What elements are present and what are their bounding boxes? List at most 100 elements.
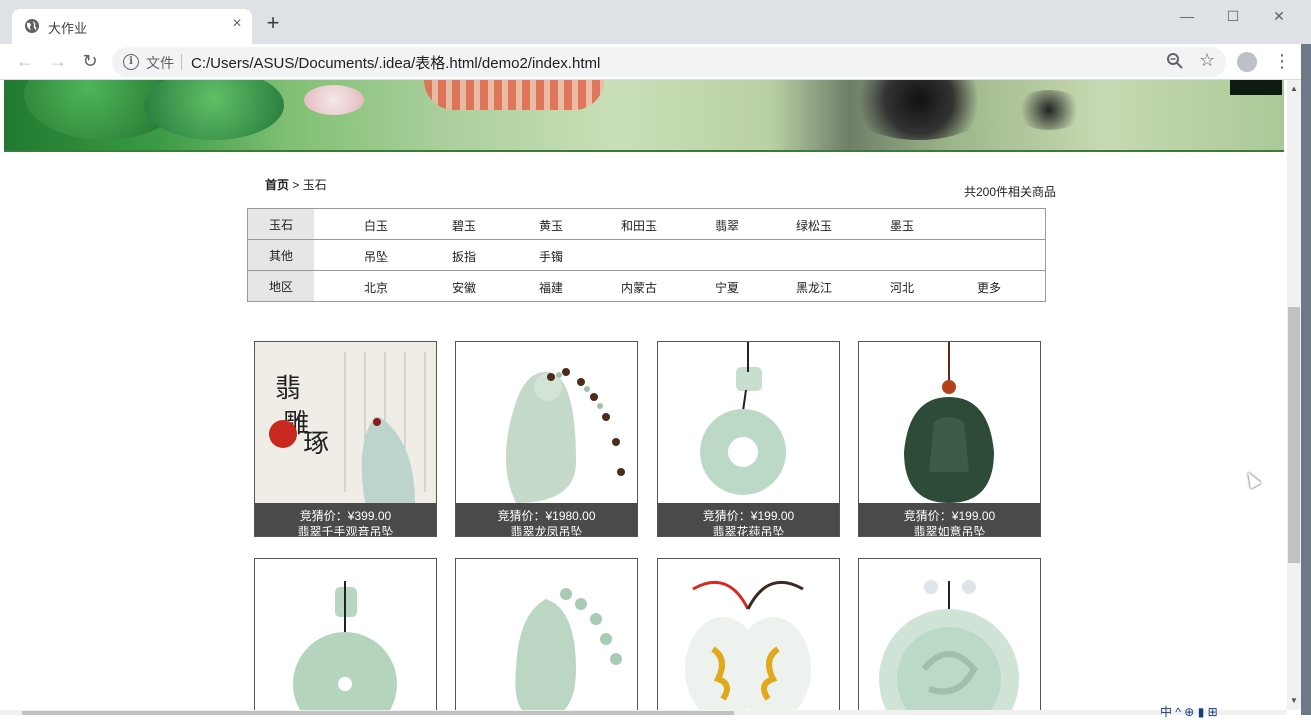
filter-option[interactable]: 白玉 <box>341 217 411 234</box>
product-caption: 竞猜价：¥199.00 翡翠如意吊坠 <box>859 503 1040 536</box>
back-button[interactable]: ← <box>14 50 36 72</box>
banner-dark-block <box>1230 80 1282 95</box>
page-viewport: 首页 > 玉石 共200件相关商品 玉石 白玉 碧玉 黄玉 和田玉 翡翠 绿松玉… <box>0 80 1287 710</box>
filter-option[interactable]: 和田玉 <box>604 217 674 234</box>
scroll-down-icon[interactable]: ▼ <box>1290 696 1298 705</box>
filter-option[interactable]: 福建 <box>516 279 586 296</box>
product-name[interactable]: 翡翠花莼吊坠 <box>712 525 784 536</box>
reload-button[interactable]: ↻ <box>79 50 101 72</box>
tab-title: 大作业 <box>48 21 88 36</box>
bookmark-star-icon[interactable]: ☆ <box>1199 50 1215 71</box>
product-card[interactable]: 竞猜价：¥1980.00 翡翠龙凤吊坠 <box>455 341 638 537</box>
filter-option[interactable]: 宁夏 <box>692 279 762 296</box>
filter-option[interactable]: 河北 <box>867 279 937 296</box>
product-caption: 竞猜价：¥399.00 翡翠千手观音吊坠 <box>255 503 436 536</box>
product-card[interactable]: 翡 雕 琢 竞猜价：¥399.00 翡翠千手观音吊坠 <box>254 341 437 537</box>
desktop-background <box>1301 44 1311 715</box>
breadcrumb-separator: > <box>292 178 300 192</box>
minimize-button[interactable]: — <box>1175 6 1199 26</box>
scrollbar-thumb[interactable] <box>22 711 734 715</box>
ink-splash-graphic <box>1014 90 1084 130</box>
horizontal-scrollbar[interactable] <box>0 710 1287 715</box>
forward-button[interactable]: → <box>47 50 69 72</box>
filter-option[interactable]: 安徽 <box>429 279 499 296</box>
filter-option[interactable]: 黄玉 <box>516 217 586 234</box>
product-name[interactable]: 翡翠龙凤吊坠 <box>510 525 582 536</box>
filter-label: 地区 <box>247 270 314 302</box>
buddha-pendant-image <box>456 342 637 503</box>
lotus-leaf-graphic <box>144 80 284 140</box>
product-price: 竞猜价：¥199.00 <box>903 509 996 523</box>
jade-figure-image <box>515 588 622 710</box>
info-icon[interactable]: i <box>123 54 139 70</box>
browser-toolbar: ← → ↻ i 文件 C:/Users/ASUS/Documents/.idea… <box>0 44 1311 80</box>
menu-icon[interactable]: ⋮ <box>1273 50 1291 72</box>
filter-options: 吊坠 扳指 手镯 <box>314 239 1046 271</box>
svg-text:琢: 琢 <box>303 429 329 459</box>
breadcrumb: 首页 > 玉石 <box>265 176 327 193</box>
product-price: 竞猜价：¥199.00 <box>702 509 795 523</box>
product-card[interactable] <box>254 558 437 710</box>
filter-option[interactable]: 更多 <box>954 279 1024 296</box>
globe-icon <box>25 19 39 33</box>
product-price: 竞猜价：¥1980.00 <box>497 509 596 523</box>
filter-row-other: 其他 吊坠 扳指 手镯 <box>247 239 1046 271</box>
guanyin-pendant-image: 翡 雕 琢 <box>255 342 436 503</box>
scroll-up-icon[interactable]: ▲ <box>1290 84 1298 93</box>
filter-option[interactable]: 绿松玉 <box>779 217 849 234</box>
breadcrumb-home[interactable]: 首页 <box>265 178 289 192</box>
tab-close-icon[interactable]: × <box>228 15 246 33</box>
product-caption: 竞猜价：¥1980.00 翡翠龙凤吊坠 <box>456 503 637 536</box>
scrollbar-thumb[interactable] <box>1288 307 1300 563</box>
filter-options: 北京 安徽 福建 内蒙古 宁夏 黑龙江 河北 更多 <box>314 270 1046 302</box>
address-bar[interactable]: i 文件 C:/Users/ASUS/Documents/.idea/表格.ht… <box>112 47 1226 77</box>
ink-splash-graphic <box>844 80 994 140</box>
close-window-button[interactable]: ✕ <box>1267 6 1291 26</box>
filter-label: 玉石 <box>247 208 314 240</box>
breadcrumb-current: 玉石 <box>302 178 327 192</box>
address-divider <box>181 54 182 70</box>
filter-table: 玉石 白玉 碧玉 黄玉 和田玉 翡翠 绿松玉 墨玉 其他 吊坠 扳指 手镯 地区… <box>247 208 1046 302</box>
product-card[interactable]: 竞猜价：¥199.00 翡翠花莼吊坠 <box>657 341 840 537</box>
dark-jade-pendant-image <box>859 342 1040 503</box>
url-text[interactable]: C:/Users/ASUS/Documents/.idea/表格.html/de… <box>191 52 600 73</box>
banner-image <box>4 80 1284 152</box>
maximize-button[interactable]: ☐ <box>1221 6 1245 26</box>
browser-tab[interactable]: 大作业 × <box>12 9 252 44</box>
filter-option[interactable]: 碧玉 <box>429 217 499 234</box>
address-scheme-label: 文件 <box>146 55 174 71</box>
vertical-scrollbar[interactable]: ▲ ▼ <box>1287 80 1301 710</box>
filter-option[interactable]: 黑龙江 <box>779 279 849 296</box>
filter-label: 其他 <box>247 239 314 271</box>
svg-text:翡: 翡 <box>275 374 301 404</box>
filter-options: 白玉 碧玉 黄玉 和田玉 翡翠 绿松玉 墨玉 <box>314 208 1046 240</box>
new-tab-button[interactable]: + <box>262 12 284 35</box>
profile-icon[interactable] <box>1237 52 1257 72</box>
filter-row-region: 地区 北京 安徽 福建 内蒙古 宁夏 黑龙江 河北 更多 <box>247 270 1046 302</box>
filter-option[interactable]: 翡翠 <box>692 217 762 234</box>
filter-option[interactable]: 北京 <box>341 279 411 296</box>
filter-option[interactable]: 手镯 <box>516 248 586 265</box>
lotus-flower-graphic <box>304 85 364 115</box>
jade-gold-pendant-image <box>685 580 811 710</box>
filter-option[interactable]: 扳指 <box>429 248 499 265</box>
system-tray[interactable]: 中 ^ ⊕ ▮ ⊞ <box>1160 703 1218 720</box>
product-name[interactable]: 翡翠千手观音吊坠 <box>297 525 393 536</box>
product-price: 竞猜价：¥399.00 <box>299 509 392 523</box>
product-card[interactable] <box>455 558 638 710</box>
filter-option[interactable]: 内蒙古 <box>604 279 674 296</box>
product-card[interactable]: 竞猜价：¥199.00 翡翠如意吊坠 <box>858 341 1041 537</box>
product-name[interactable]: 翡翠如意吊坠 <box>913 525 985 536</box>
product-card[interactable] <box>858 558 1041 710</box>
jade-donut-image <box>293 581 397 710</box>
beads-graphic <box>424 80 604 110</box>
product-card[interactable] <box>657 558 840 710</box>
filter-option[interactable]: 吊坠 <box>341 248 411 265</box>
donut-pendant-image <box>658 342 839 503</box>
filter-option[interactable]: 墨玉 <box>867 217 937 234</box>
filter-row-jade: 玉石 白玉 碧玉 黄玉 和田玉 翡翠 绿松玉 墨玉 <box>247 208 1046 240</box>
dragon-disc-image <box>879 580 1019 710</box>
zoom-icon[interactable] <box>1166 52 1184 70</box>
product-caption: 竞猜价：¥199.00 翡翠花莼吊坠 <box>658 503 839 536</box>
tab-bar: 大作业 × + — ☐ ✕ <box>0 0 1311 44</box>
